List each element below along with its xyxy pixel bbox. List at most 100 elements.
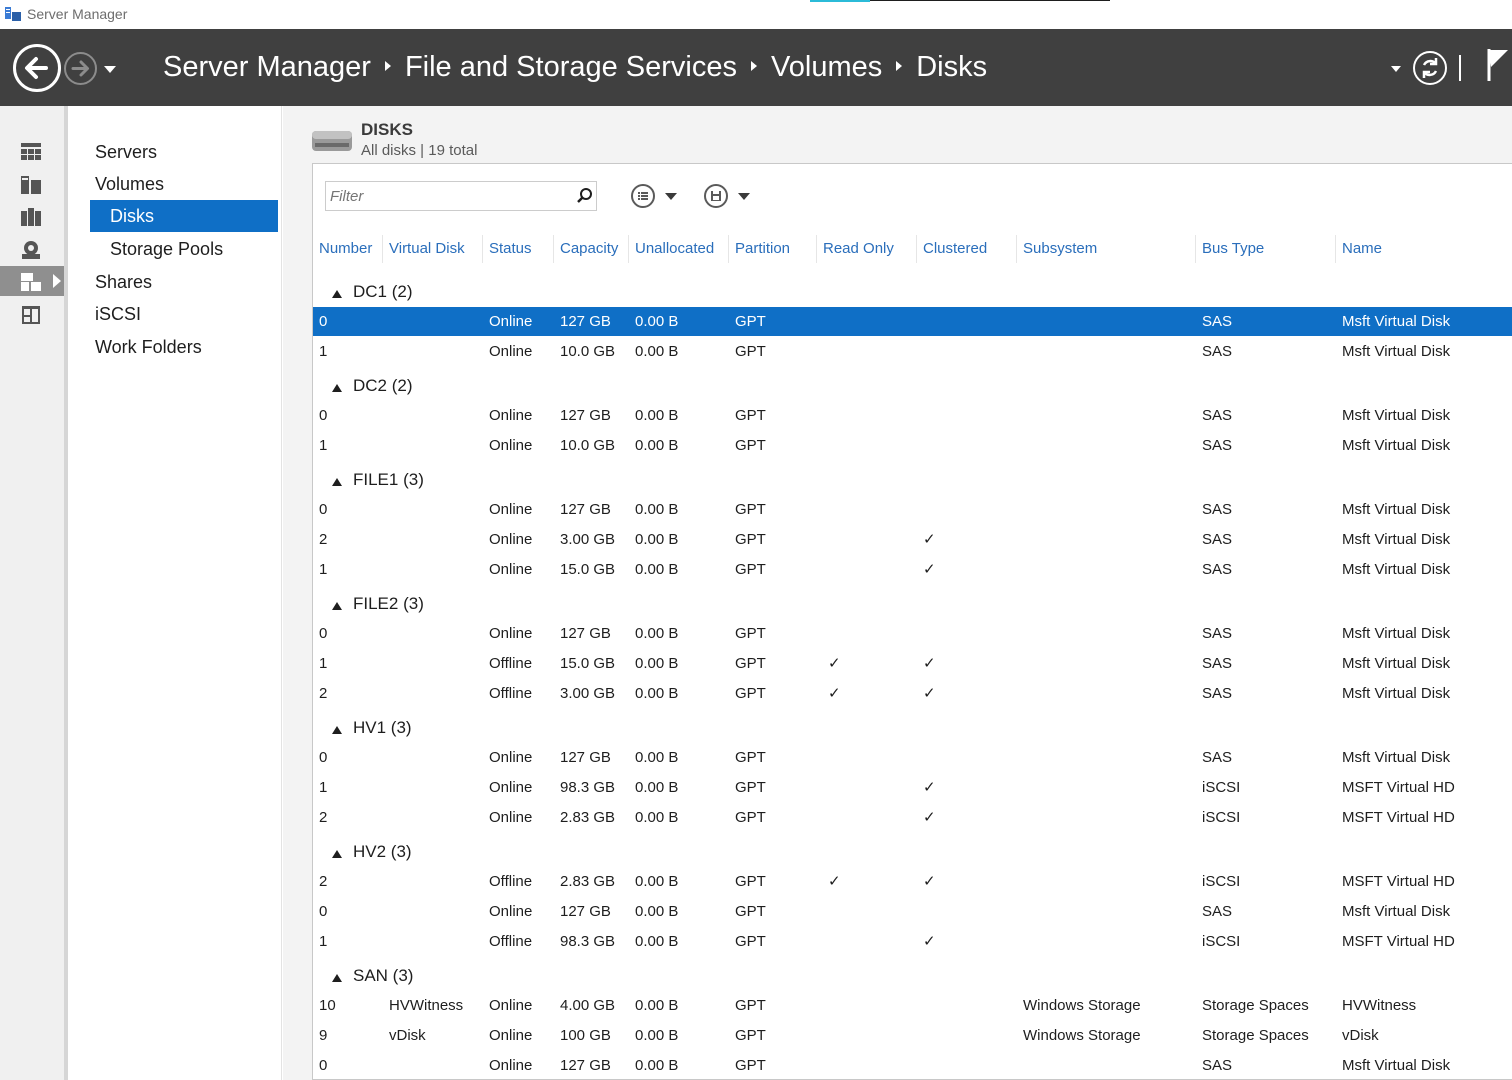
column-header-read-only[interactable]: Read Only (817, 235, 917, 263)
cell-number: 2 (319, 685, 328, 702)
group-header[interactable]: HV2 (3) (313, 838, 1512, 868)
table-row[interactable]: 2 Online 3.00 GB 0.00 B GPT ✓ SAS Msft Virtual … (313, 525, 1512, 554)
table-row[interactable]: 10 HVWitness Online 4.00 GB 0.00 B GPT Windows… (313, 991, 1512, 1020)
column-header-virtual-disk[interactable]: Virtual Disk (383, 235, 483, 263)
breadcrumb-separator-icon (896, 60, 903, 71)
collapse-triangle-icon[interactable] (332, 384, 342, 392)
table-row[interactable]: 0 Online 127 GB 0.00 B GPT SAS Msft Virtual Di… (313, 743, 1512, 772)
table-row[interactable]: 0 Online 127 GB 0.00 B GPT SAS Msft Virtual Di… (313, 495, 1512, 524)
nav-storage-pools[interactable]: Storage Pools (110, 233, 275, 265)
cell-read-only: ✓ (828, 873, 841, 890)
nav-servers[interactable]: Servers (95, 136, 275, 168)
column-header-partition[interactable]: Partition (729, 235, 817, 263)
back-button[interactable] (13, 44, 61, 92)
filter-box[interactable] (325, 181, 597, 211)
group-header[interactable]: HV1 (3) (313, 714, 1512, 744)
filter-input[interactable] (330, 186, 570, 206)
column-header-capacity[interactable]: Capacity (554, 235, 629, 263)
cell-status: Online (489, 779, 533, 796)
notification-flag-icon[interactable] (1486, 47, 1510, 83)
table-row[interactable]: 1 Online 10.0 GB 0.00 B GPT SAS Msft Virtual D… (313, 337, 1512, 366)
group-header[interactable]: DC2 (2) (313, 372, 1512, 402)
collapse-triangle-icon[interactable] (332, 478, 342, 486)
collapse-triangle-icon[interactable] (332, 974, 342, 982)
cell-bus-type: SAS (1202, 501, 1233, 518)
collapse-triangle-icon[interactable] (332, 850, 342, 858)
cell-status: Offline (489, 933, 533, 950)
nav-iscsi[interactable]: iSCSI (95, 298, 275, 330)
table-row[interactable]: 1 Online 15.0 GB 0.00 B GPT ✓ SAS Msft Virtual … (313, 555, 1512, 584)
rail-local-server[interactable] (0, 169, 64, 199)
cell-clustered: ✓ (923, 873, 936, 890)
cell-number: 1 (319, 437, 328, 454)
cell-capacity: 127 GB (560, 407, 611, 424)
table-row[interactable]: 2 Online 2.83 GB 0.00 B GPT ✓ iSCSI MSFT Virtua… (313, 803, 1512, 832)
cell-unallocated: 0.00 B (635, 625, 679, 642)
group-header[interactable]: SAN (3) (313, 962, 1512, 992)
cell-status: Online (489, 561, 533, 578)
table-row[interactable]: 0 Online 127 GB 0.00 B GPT SAS Msft Virtual Di… (313, 1051, 1512, 1080)
refresh-button[interactable] (1413, 51, 1447, 85)
table-row[interactable]: 0 Online 127 GB 0.00 B GPT SAS Msft Virtual Di… (313, 897, 1512, 926)
cell-clustered: ✓ (923, 933, 936, 950)
search-icon[interactable] (576, 187, 594, 205)
table-row[interactable]: 1 Offline 15.0 GB 0.00 B GPT ✓ ✓ SAS Msft Virtua… (313, 649, 1512, 678)
column-header-number[interactable]: Number (313, 235, 383, 263)
cell-status: Online (489, 809, 533, 826)
cell-name: Msft Virtual Disk (1342, 685, 1451, 702)
cell-name: MSFT Virtual HD (1342, 779, 1455, 796)
table-row[interactable]: 2 Offline 3.00 GB 0.00 B GPT ✓ ✓ SAS Msft Virtua… (313, 679, 1512, 708)
table-row[interactable]: 2 Offline 2.83 GB 0.00 B GPT ✓ ✓ iSCSI MSFT Virt… (313, 867, 1512, 896)
breadcrumb-server-manager[interactable]: Server Manager (163, 51, 371, 84)
cell-partition: GPT (735, 625, 766, 642)
table-row[interactable]: 0 Online 127 GB 0.00 B GPT SAS Msft Virtual Di… (313, 307, 1512, 336)
nav-shares[interactable]: Shares (95, 266, 275, 298)
header-dropdown-icon[interactable] (1390, 65, 1402, 73)
cell-number: 1 (319, 343, 328, 360)
table-row[interactable]: 1 Online 10.0 GB 0.00 B GPT SAS Msft Virtual D… (313, 431, 1512, 460)
group-header[interactable]: FILE2 (3) (313, 590, 1512, 620)
group-header[interactable]: FILE1 (3) (313, 466, 1512, 496)
column-header-status[interactable]: Status (483, 235, 554, 263)
group-header[interactable]: DC1 (2) (313, 278, 1512, 308)
title-accent-line (810, 0, 870, 2)
nav-disks[interactable]: Disks (90, 200, 278, 232)
cell-number: 0 (319, 625, 328, 642)
header-divider (1459, 55, 1461, 81)
column-header-name[interactable]: Name (1336, 235, 1512, 263)
nav-work-folders[interactable]: Work Folders (95, 331, 275, 363)
column-header-bus-type[interactable]: Bus Type (1196, 235, 1336, 263)
cell-name: Msft Virtual Disk (1342, 343, 1451, 360)
column-header-unallocated[interactable]: Unallocated (629, 235, 729, 263)
collapse-triangle-icon[interactable] (332, 290, 342, 298)
table-row[interactable]: 9 vDisk Online 100 GB 0.00 B GPT Windows Stora… (313, 1021, 1512, 1050)
column-header-subsystem[interactable]: Subsystem (1017, 235, 1196, 263)
forward-button[interactable] (64, 52, 97, 85)
table-row[interactable]: 1 Offline 98.3 GB 0.00 B GPT ✓ iSCSI MSFT Virtu… (313, 927, 1512, 956)
rail-storage-services[interactable] (0, 234, 64, 264)
table-row[interactable]: 1 Online 98.3 GB 0.00 B GPT ✓ iSCSI MSFT Virtua… (313, 773, 1512, 802)
cell-unallocated: 0.00 B (635, 655, 679, 672)
table-row[interactable]: 0 Online 127 GB 0.00 B GPT SAS Msft Virtual Di… (313, 619, 1512, 648)
save-query-button[interactable] (704, 184, 754, 210)
rail-file-and-storage-services[interactable] (0, 266, 64, 296)
collapse-triangle-icon[interactable] (332, 602, 342, 610)
breadcrumb-file-storage-services[interactable]: File and Storage Services (405, 51, 737, 84)
cell-read-only: ✓ (828, 655, 841, 672)
cell-capacity: 127 GB (560, 501, 611, 518)
cell-status: Online (489, 903, 533, 920)
column-header-clustered[interactable]: Clustered (917, 235, 1017, 263)
breadcrumb-volumes[interactable]: Volumes (771, 51, 882, 84)
view-options-button[interactable] (631, 184, 681, 210)
cell-name: vDisk (1342, 1027, 1379, 1044)
nav-volumes[interactable]: Volumes (95, 168, 275, 200)
table-row[interactable]: 0 Online 127 GB 0.00 B GPT SAS Msft Virtual Di… (313, 401, 1512, 430)
cell-capacity: 4.00 GB (560, 997, 616, 1014)
rail-dashboard[interactable] (0, 136, 64, 166)
rail-iis[interactable] (0, 299, 64, 329)
history-dropdown-icon[interactable] (102, 63, 118, 75)
cell-name: Msft Virtual Disk (1342, 1057, 1451, 1074)
collapse-triangle-icon[interactable] (332, 726, 342, 734)
cell-capacity: 100 GB (560, 1027, 611, 1044)
rail-all-servers[interactable] (0, 201, 64, 231)
